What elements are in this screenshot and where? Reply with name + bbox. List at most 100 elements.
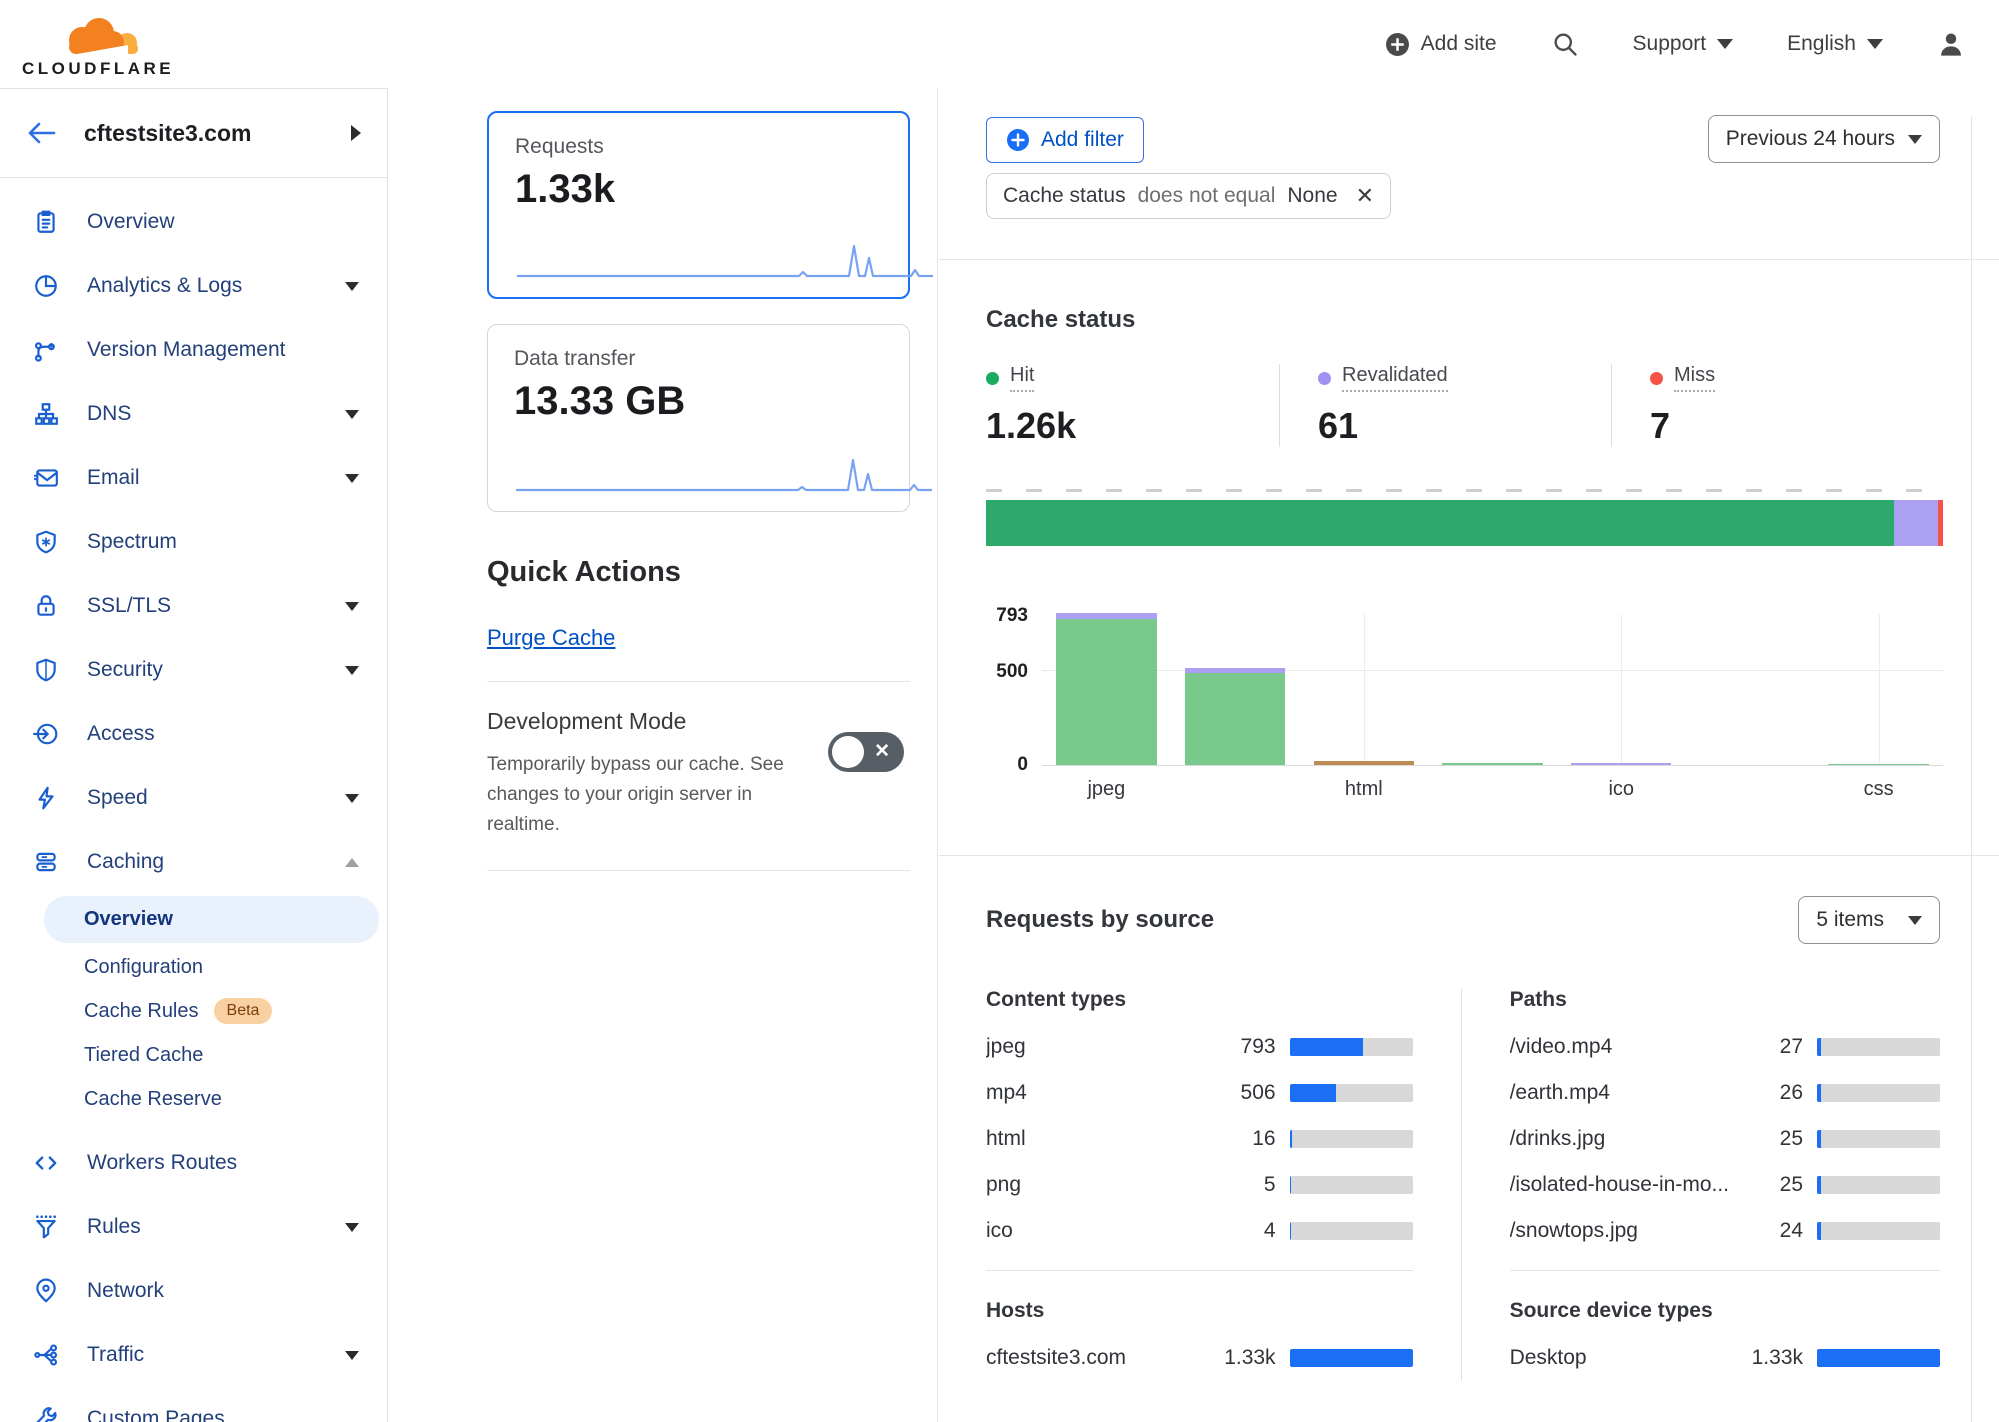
table-row[interactable]: html 16	[986, 1116, 1413, 1162]
requests-label: Requests	[515, 135, 882, 159]
remove-filter-icon[interactable]: ✕	[1356, 185, 1374, 207]
chevron-down-icon	[345, 1223, 359, 1232]
table-row[interactable]: png 5	[986, 1162, 1413, 1208]
data-transfer-label: Data transfer	[514, 347, 883, 371]
toggle-off-icon: ✕	[874, 740, 890, 763]
sidebar-item-version-management[interactable]: Version Management	[0, 318, 387, 382]
sidebar-item-security[interactable]: Security	[0, 638, 387, 702]
sidebar-item-ssl-tls[interactable]: SSL/TLS	[0, 574, 387, 638]
miss-dot-icon	[1650, 372, 1663, 385]
user-account-icon[interactable]	[1937, 30, 1965, 58]
x-label-css: css	[1814, 778, 1943, 801]
table-row[interactable]: /video.mp4 27	[1510, 1024, 1940, 1070]
requests-metric-card[interactable]: Requests 1.33k	[487, 111, 910, 299]
plus-circle-icon	[1385, 32, 1410, 57]
table-row[interactable]: cftestsite3.com 1.33k	[986, 1335, 1413, 1381]
revalidated-value: 61	[1318, 405, 1611, 447]
add-site-button[interactable]: Add site	[1385, 32, 1497, 57]
table-row[interactable]: /earth.mp4 26	[1510, 1070, 1940, 1116]
chart-bar-empty[interactable]	[1686, 614, 1815, 765]
sidebar-subitem-configuration[interactable]: Configuration	[0, 945, 387, 989]
sidebar-item-caching[interactable]: Caching	[0, 830, 387, 894]
sidebar-item-label: Version Management	[87, 338, 285, 362]
add-filter-button[interactable]: Add filter	[986, 117, 1144, 163]
sidebar-subitem-cache-reserve[interactable]: Cache Reserve	[0, 1077, 387, 1121]
table-row[interactable]: jpeg 793	[986, 1024, 1413, 1070]
device-types-block: Source device types Desktop 1.33k	[1510, 1270, 1940, 1381]
table-row[interactable]: /isolated-house-in-mo... 25	[1510, 1162, 1940, 1208]
chevron-right-icon[interactable]	[351, 125, 361, 141]
table-row[interactable]: ico 4	[986, 1208, 1413, 1254]
miss-label[interactable]: Miss	[1674, 364, 1715, 392]
subitem-label: Tiered Cache	[84, 1044, 203, 1067]
value-bar	[1290, 1084, 1413, 1102]
sidebar-item-overview[interactable]: Overview	[0, 190, 387, 254]
sidebar-subitem-tiered-cache[interactable]: Tiered Cache	[0, 1033, 387, 1077]
chevron-down-icon	[345, 410, 359, 419]
cloudflare-logo[interactable]: CLOUDFLARE	[22, 16, 174, 79]
support-menu[interactable]: Support	[1633, 32, 1734, 56]
table-row[interactable]: Desktop 1.33k	[1510, 1335, 1940, 1381]
sidebar-item-network[interactable]: Network	[0, 1259, 387, 1323]
time-range-dropdown[interactable]: Previous 24 hours	[1708, 115, 1940, 163]
sidebar-item-workers-routes[interactable]: Workers Routes	[0, 1131, 387, 1195]
chart-bar-css[interactable]	[1814, 614, 1943, 765]
site-header: cftestsite3.com	[0, 89, 387, 178]
sidebar-item-access[interactable]: Access	[0, 702, 387, 766]
data-transfer-metric-card[interactable]: Data transfer 13.33 GB	[487, 324, 910, 512]
revalidated-label[interactable]: Revalidated	[1342, 364, 1448, 392]
table-row[interactable]: /drinks.jpg 25	[1510, 1116, 1940, 1162]
x-label-png-hidden	[1428, 778, 1557, 801]
chevron-down-icon	[345, 1351, 359, 1360]
funnel-icon	[32, 1213, 60, 1241]
requests-value: 1.33k	[515, 167, 882, 212]
chart-bar-mp4[interactable]	[1171, 614, 1300, 765]
revalidated-dot-icon	[1318, 372, 1331, 385]
sidebar-item-email[interactable]: Email	[0, 446, 387, 510]
subitem-label: Overview	[84, 908, 173, 931]
value-bar	[1290, 1130, 1413, 1148]
sidebar-item-label: Speed	[87, 786, 148, 810]
purge-cache-link[interactable]: Purge Cache	[487, 625, 615, 651]
x-label-html: html	[1299, 778, 1428, 801]
chart-bar-png[interactable]	[1428, 614, 1557, 765]
sidebar-item-label: Overview	[87, 210, 175, 234]
sidebar-item-label: Email	[87, 466, 140, 490]
hosts-title: Hosts	[986, 1299, 1413, 1323]
table-row[interactable]: /snowtops.jpg 24	[1510, 1208, 1940, 1254]
sidebar-item-rules[interactable]: Rules	[0, 1195, 387, 1259]
sidebar-item-spectrum[interactable]: Spectrum	[0, 510, 387, 574]
sidebar-subitem-cache-rules[interactable]: Cache Rules Beta	[0, 989, 387, 1033]
quick-actions-title: Quick Actions	[487, 556, 910, 589]
language-menu[interactable]: English	[1787, 32, 1883, 56]
sidebar-subitem-overview[interactable]: Overview	[44, 896, 379, 943]
data-transfer-sparkline	[512, 451, 936, 497]
sidebar-item-custom-pages[interactable]: Custom Pages	[0, 1387, 387, 1422]
development-mode-title: Development Mode	[487, 708, 910, 735]
sidebar-item-dns[interactable]: DNS	[0, 382, 387, 446]
value-bar	[1817, 1084, 1940, 1102]
site-name[interactable]: cftestsite3.com	[84, 120, 323, 147]
back-arrow-icon[interactable]	[26, 121, 56, 145]
chart-bar-ico[interactable]	[1557, 614, 1686, 765]
filter-chip[interactable]: Cache status does not equal None ✕	[986, 173, 1391, 219]
hit-label[interactable]: Hit	[1010, 364, 1034, 392]
search-icon[interactable]	[1551, 30, 1579, 58]
top-header: CLOUDFLARE Add site Support English	[0, 0, 1999, 88]
table-row[interactable]: mp4 506	[986, 1070, 1413, 1116]
miss-value: 7	[1650, 405, 1943, 447]
chart-bar-html[interactable]	[1299, 614, 1428, 765]
sidebar-item-speed[interactable]: Speed	[0, 766, 387, 830]
development-mode-description: Temporarily bypass our cache. See change…	[487, 750, 792, 840]
items-count-dropdown[interactable]: 5 items	[1798, 896, 1940, 944]
sidebar-item-analytics-logs[interactable]: Analytics & Logs	[0, 254, 387, 318]
y-tick-max: 793	[996, 605, 1028, 627]
sidebar-item-traffic[interactable]: Traffic	[0, 1323, 387, 1387]
stacked-segment-revalidated	[1894, 500, 1938, 546]
development-mode-toggle[interactable]: ✕	[828, 732, 904, 772]
hit-dot-icon	[986, 372, 999, 385]
y-tick-mid: 500	[996, 661, 1028, 683]
chart-bar-jpeg[interactable]	[1042, 614, 1171, 765]
clipboard-icon	[32, 208, 60, 236]
chevron-down-icon	[1867, 39, 1883, 49]
